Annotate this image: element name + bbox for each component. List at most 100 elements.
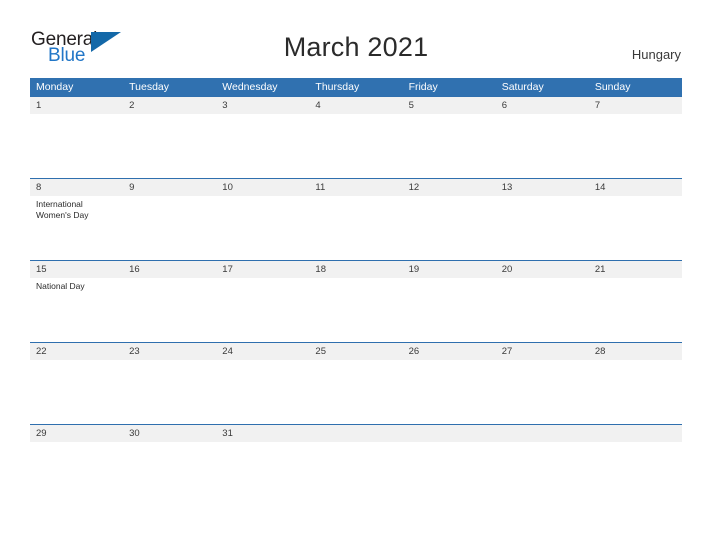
day-cell[interactable] bbox=[589, 196, 682, 260]
day-cell[interactable] bbox=[589, 278, 682, 342]
day-cell[interactable] bbox=[403, 278, 496, 342]
week-date-band: 15 16 17 18 19 20 21 bbox=[30, 261, 682, 278]
day-event: International Women's Day bbox=[36, 199, 89, 220]
day-cell[interactable] bbox=[123, 114, 216, 178]
day-cell[interactable] bbox=[30, 114, 123, 178]
day-number[interactable]: 18 bbox=[309, 261, 402, 278]
page-title: March 2021 bbox=[283, 32, 429, 62]
day-cell[interactable] bbox=[589, 114, 682, 178]
week-event-band bbox=[30, 360, 682, 424]
day-number[interactable]: 31 bbox=[216, 425, 309, 442]
week-row: 8 9 10 11 12 13 14 International Women's… bbox=[30, 178, 682, 260]
week-date-band: 8 9 10 11 12 13 14 bbox=[30, 179, 682, 196]
day-cell[interactable] bbox=[403, 196, 496, 260]
day-event: National Day bbox=[36, 281, 85, 291]
day-number[interactable] bbox=[496, 425, 589, 442]
day-cell[interactable] bbox=[309, 196, 402, 260]
weekday-wednesday: Wednesday bbox=[222, 81, 278, 93]
week-event-band: International Women's Day bbox=[30, 196, 682, 260]
day-cell[interactable]: International Women's Day bbox=[30, 196, 123, 260]
day-cell[interactable] bbox=[216, 196, 309, 260]
day-cell[interactable] bbox=[403, 114, 496, 178]
weekday-friday: Friday bbox=[408, 81, 438, 93]
day-number[interactable]: 17 bbox=[216, 261, 309, 278]
day-number[interactable]: 27 bbox=[496, 343, 589, 360]
day-cell[interactable] bbox=[403, 360, 496, 424]
day-number[interactable]: 15 bbox=[30, 261, 123, 278]
day-cell[interactable] bbox=[216, 278, 309, 342]
week-row: 29 30 31 bbox=[30, 424, 682, 500]
day-number[interactable]: 7 bbox=[589, 97, 682, 114]
week-row: 22 23 24 25 26 27 28 bbox=[30, 342, 682, 424]
day-number[interactable] bbox=[309, 425, 402, 442]
day-number[interactable]: 12 bbox=[403, 179, 496, 196]
day-number[interactable]: 20 bbox=[496, 261, 589, 278]
day-cell[interactable]: National Day bbox=[30, 278, 123, 342]
day-cell[interactable] bbox=[309, 114, 402, 178]
day-number[interactable]: 24 bbox=[216, 343, 309, 360]
week-event-band bbox=[30, 442, 682, 500]
day-cell[interactable] bbox=[309, 278, 402, 342]
calendar-grid: Monday Tuesday Wednesday Thursday Friday… bbox=[30, 78, 682, 500]
day-cell[interactable] bbox=[496, 442, 589, 500]
weekday-header-row: Monday Tuesday Wednesday Thursday Friday… bbox=[30, 78, 682, 96]
weekday-tuesday: Tuesday bbox=[129, 81, 170, 93]
day-cell[interactable] bbox=[589, 442, 682, 500]
day-cell[interactable] bbox=[30, 442, 123, 500]
day-cell[interactable] bbox=[123, 196, 216, 260]
day-number[interactable]: 11 bbox=[309, 179, 402, 196]
week-date-band: 29 30 31 bbox=[30, 425, 682, 442]
day-number[interactable] bbox=[589, 425, 682, 442]
day-number[interactable]: 16 bbox=[123, 261, 216, 278]
day-number[interactable]: 2 bbox=[123, 97, 216, 114]
day-number[interactable]: 3 bbox=[216, 97, 309, 114]
day-cell[interactable] bbox=[589, 360, 682, 424]
day-number[interactable]: 19 bbox=[403, 261, 496, 278]
day-number[interactable]: 4 bbox=[309, 97, 402, 114]
week-event-band bbox=[30, 114, 682, 178]
day-cell[interactable] bbox=[496, 278, 589, 342]
day-cell[interactable] bbox=[216, 442, 309, 500]
day-cell[interactable] bbox=[30, 360, 123, 424]
day-cell[interactable] bbox=[123, 442, 216, 500]
country-label: Hungary bbox=[631, 47, 681, 62]
weekday-thursday: Thursday bbox=[315, 81, 360, 93]
day-number[interactable]: 23 bbox=[123, 343, 216, 360]
day-cell[interactable] bbox=[216, 114, 309, 178]
week-row: 1 2 3 4 5 6 7 bbox=[30, 96, 682, 178]
day-cell[interactable] bbox=[496, 196, 589, 260]
day-number[interactable]: 6 bbox=[496, 97, 589, 114]
day-number[interactable]: 1 bbox=[30, 97, 123, 114]
week-date-band: 1 2 3 4 5 6 7 bbox=[30, 97, 682, 114]
day-number[interactable]: 26 bbox=[403, 343, 496, 360]
day-number[interactable]: 9 bbox=[123, 179, 216, 196]
day-number[interactable]: 25 bbox=[309, 343, 402, 360]
weekday-sunday: Sunday bbox=[594, 81, 631, 93]
day-cell[interactable] bbox=[403, 442, 496, 500]
day-cell[interactable] bbox=[309, 442, 402, 500]
day-number[interactable]: 22 bbox=[30, 343, 123, 360]
day-number[interactable]: 29 bbox=[30, 425, 123, 442]
day-cell[interactable] bbox=[123, 278, 216, 342]
day-cell[interactable] bbox=[216, 360, 309, 424]
day-number[interactable]: 14 bbox=[589, 179, 682, 196]
day-number[interactable]: 13 bbox=[496, 179, 589, 196]
day-cell[interactable] bbox=[496, 360, 589, 424]
day-number[interactable]: 21 bbox=[589, 261, 682, 278]
day-number[interactable]: 8 bbox=[30, 179, 123, 196]
calendar-page: General Blue March 2021 Hungary Monday T… bbox=[0, 0, 712, 550]
day-number[interactable]: 30 bbox=[123, 425, 216, 442]
day-cell[interactable] bbox=[309, 360, 402, 424]
week-event-band: National Day bbox=[30, 278, 682, 342]
page-header: General Blue March 2021 Hungary bbox=[0, 0, 712, 78]
day-number[interactable]: 10 bbox=[216, 179, 309, 196]
week-date-band: 22 23 24 25 26 27 28 bbox=[30, 343, 682, 360]
weekday-monday: Monday bbox=[36, 81, 74, 93]
day-number[interactable]: 28 bbox=[589, 343, 682, 360]
day-cell[interactable] bbox=[123, 360, 216, 424]
day-cell[interactable] bbox=[496, 114, 589, 178]
day-number[interactable] bbox=[403, 425, 496, 442]
week-row: 15 16 17 18 19 20 21 National Day bbox=[30, 260, 682, 342]
weekday-saturday: Saturday bbox=[501, 81, 544, 93]
day-number[interactable]: 5 bbox=[403, 97, 496, 114]
